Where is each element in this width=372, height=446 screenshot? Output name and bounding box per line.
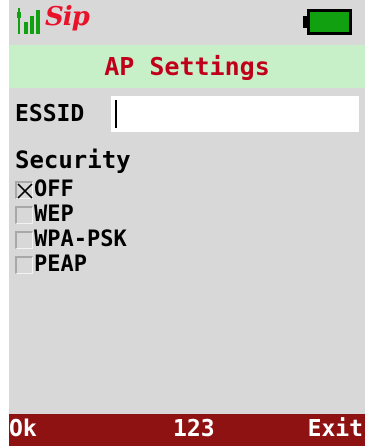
essid-label: ESSID <box>15 101 85 127</box>
exit-softkey[interactable]: Exit <box>308 416 363 442</box>
ok-softkey[interactable]: Ok <box>9 416 37 442</box>
security-option-wpa-psk[interactable]: WPA-PSK <box>15 227 215 252</box>
signal-bars-icon <box>17 6 43 40</box>
title-bar: AP Settings <box>9 45 365 88</box>
battery-full-icon <box>303 8 353 40</box>
security-label: Security <box>15 146 131 174</box>
text-cursor <box>115 100 117 128</box>
option-label: WPA-PSK <box>34 227 127 252</box>
status-bar: Sip <box>9 0 365 45</box>
softkey-bar: Ok 123 Exit <box>9 414 365 446</box>
checkbox-unchecked-icon[interactable] <box>15 231 33 249</box>
essid-row: ESSID <box>15 96 359 132</box>
checkbox-unchecked-icon[interactable] <box>15 256 33 274</box>
essid-input[interactable] <box>111 96 359 132</box>
security-option-peap[interactable]: PEAP <box>15 252 215 277</box>
page-title: AP Settings <box>104 52 270 81</box>
security-option-wep[interactable]: WEP <box>15 202 215 227</box>
security-option-off[interactable]: OFF <box>15 177 215 202</box>
input-mode-softkey[interactable]: 123 <box>173 416 215 442</box>
option-label: OFF <box>34 177 74 202</box>
checkbox-unchecked-icon[interactable] <box>15 206 33 224</box>
sip-logo: Sip <box>45 2 90 32</box>
option-label: PEAP <box>34 252 87 277</box>
phone-screen: Sip AP Settings ESSID Security OFF WEP W… <box>9 0 365 446</box>
option-label: WEP <box>34 202 74 227</box>
checkbox-checked-icon[interactable] <box>15 181 33 199</box>
